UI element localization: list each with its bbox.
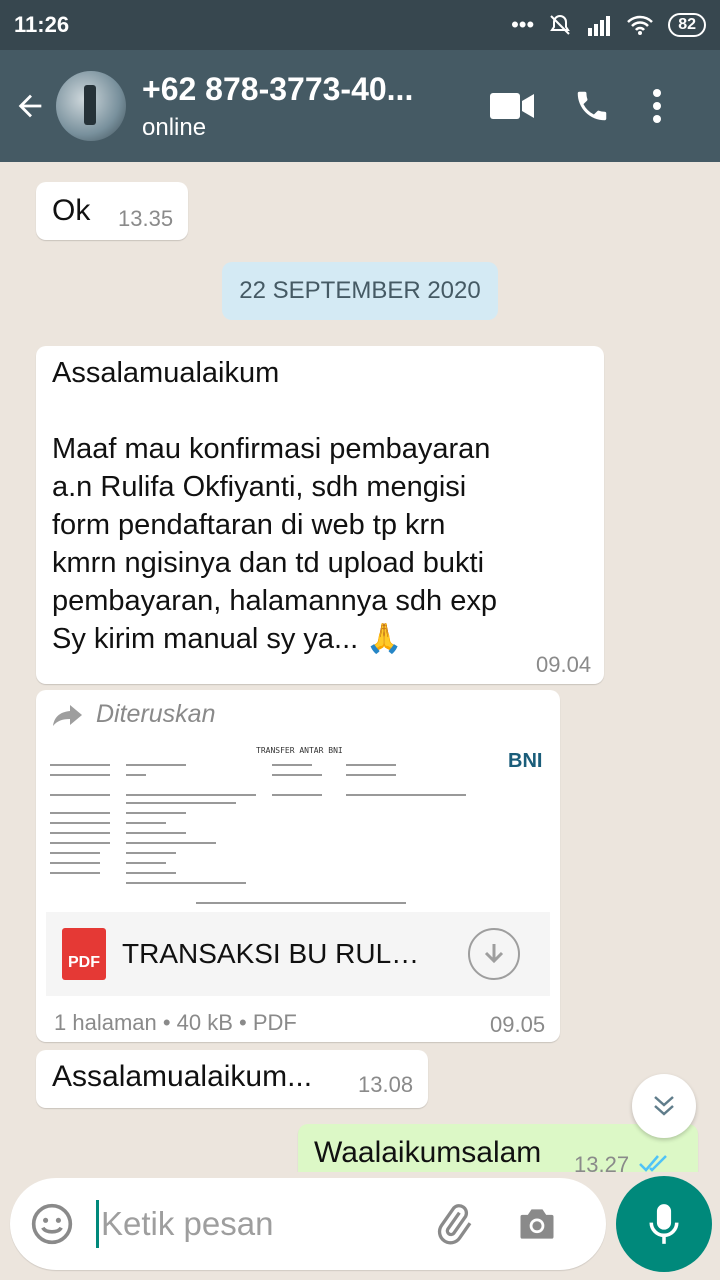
preview-line xyxy=(272,764,312,766)
compose-bar: Ketik pesan xyxy=(0,1172,720,1280)
forward-icon xyxy=(53,704,82,726)
bni-logo: BNI xyxy=(508,750,543,772)
preview-line xyxy=(126,802,236,804)
preview-line xyxy=(126,852,176,854)
download-button[interactable] xyxy=(468,928,520,980)
text-caret xyxy=(96,1200,99,1248)
preview-line xyxy=(50,842,110,844)
preview-line xyxy=(126,794,256,796)
preview-line xyxy=(196,902,406,904)
voice-message-button[interactable] xyxy=(616,1176,712,1272)
outgoing-message-bubble[interactable]: Waalaikumsalam 13.27 xyxy=(298,1124,698,1172)
preview-line xyxy=(126,872,176,874)
date-separator: 22 SEPTEMBER 2020 xyxy=(222,262,498,320)
preview-line xyxy=(126,842,216,844)
message-bubble[interactable]: Assalamualaikum... 13.08 xyxy=(36,1050,428,1108)
status-bar: 11:26 ••• 82 xyxy=(0,0,720,50)
message-text: Assalamualaikum Maaf mau konfirmasi pemb… xyxy=(52,357,497,655)
mic-icon xyxy=(649,1204,679,1244)
chat-area[interactable]: Ok 13.35 22 SEPTEMBER 2020 Assalamualaik… xyxy=(0,162,720,1172)
preview-line xyxy=(50,812,110,814)
message-bubble[interactable]: Ok 13.35 xyxy=(36,182,188,240)
pdf-icon: PDF xyxy=(62,928,106,980)
status-icons: ••• 82 xyxy=(511,12,706,38)
back-button[interactable] xyxy=(0,50,60,162)
message-input[interactable]: Ketik pesan xyxy=(101,1205,421,1243)
attach-icon[interactable] xyxy=(431,1202,475,1246)
chevron-down-icon xyxy=(654,1096,674,1116)
scroll-to-bottom-button[interactable] xyxy=(632,1074,696,1138)
compose-box[interactable]: Ketik pesan xyxy=(10,1178,606,1270)
preview-line xyxy=(50,862,100,864)
message-time: 13.08 xyxy=(358,1072,414,1097)
preview-title: TRANSFER ANTAR BNI xyxy=(256,746,343,755)
video-call-button[interactable] xyxy=(472,66,552,146)
preview-line xyxy=(346,794,466,796)
preview-line xyxy=(50,764,110,766)
more-vert-icon xyxy=(653,89,661,123)
preview-line xyxy=(346,764,396,766)
preview-line xyxy=(272,774,322,776)
contact-info[interactable]: +62 878-3773-40... online xyxy=(142,71,462,142)
battery-indicator: 82 xyxy=(668,13,706,37)
signal-icon xyxy=(588,16,611,36)
preview-line xyxy=(50,872,100,874)
forwarded-text: Diteruskan xyxy=(96,700,216,728)
message-time: 13.35 xyxy=(118,206,174,231)
message-time: 13.27 xyxy=(574,1152,630,1172)
phone-icon xyxy=(577,91,607,121)
preview-line xyxy=(50,794,110,796)
forwarded-label: Diteruskan xyxy=(52,700,216,729)
preview-line xyxy=(50,774,110,776)
document-message[interactable]: Diteruskan TRANSFER ANTAR BNI BNI PDF TR… xyxy=(36,690,560,1042)
video-call-icon xyxy=(490,93,534,119)
preview-line xyxy=(126,862,166,864)
emoji-icon[interactable] xyxy=(30,1202,74,1246)
preview-line xyxy=(126,822,166,824)
document-preview[interactable]: TRANSFER ANTAR BNI BNI xyxy=(46,740,550,912)
download-icon xyxy=(484,944,504,964)
camera-icon[interactable] xyxy=(515,1202,559,1246)
preview-line xyxy=(50,822,110,824)
preview-line xyxy=(126,764,186,766)
message-bubble[interactable]: Assalamualaikum Maaf mau konfirmasi pemb… xyxy=(36,346,604,684)
preview-line xyxy=(126,882,246,884)
message-text: Assalamualaikum... xyxy=(52,1060,313,1093)
contact-name: +62 878-3773-40... xyxy=(142,70,414,107)
document-name: TRANSAKSI BU RULI... xyxy=(122,938,422,969)
more-options-button[interactable] xyxy=(632,66,682,146)
message-time: 09.04 xyxy=(536,652,592,677)
notification-dots: ••• xyxy=(511,12,535,37)
preview-line xyxy=(126,832,186,834)
wifi-icon xyxy=(627,15,654,35)
preview-line xyxy=(346,774,396,776)
contact-status: online xyxy=(142,113,207,141)
back-arrow-icon xyxy=(18,94,42,118)
preview-line xyxy=(50,852,100,854)
message-time: 09.05 xyxy=(490,1012,546,1037)
status-time: 11:26 xyxy=(14,12,70,37)
message-text: Ok xyxy=(52,194,91,227)
voice-call-button[interactable] xyxy=(552,66,632,146)
preview-line xyxy=(126,774,146,776)
preview-line xyxy=(272,794,322,796)
message-text: Waalaikumsalam xyxy=(314,1136,542,1169)
preview-line xyxy=(50,832,110,834)
preview-line xyxy=(126,812,186,814)
mute-bell-icon xyxy=(550,14,571,35)
double-check-icon xyxy=(639,1155,667,1172)
avatar[interactable] xyxy=(56,71,126,141)
document-meta: 1 halaman • 40 kB • PDF xyxy=(54,1010,297,1035)
chat-header: +62 878-3773-40... online xyxy=(0,50,720,162)
document-row[interactable]: PDF TRANSAKSI BU RULI... xyxy=(46,912,550,996)
